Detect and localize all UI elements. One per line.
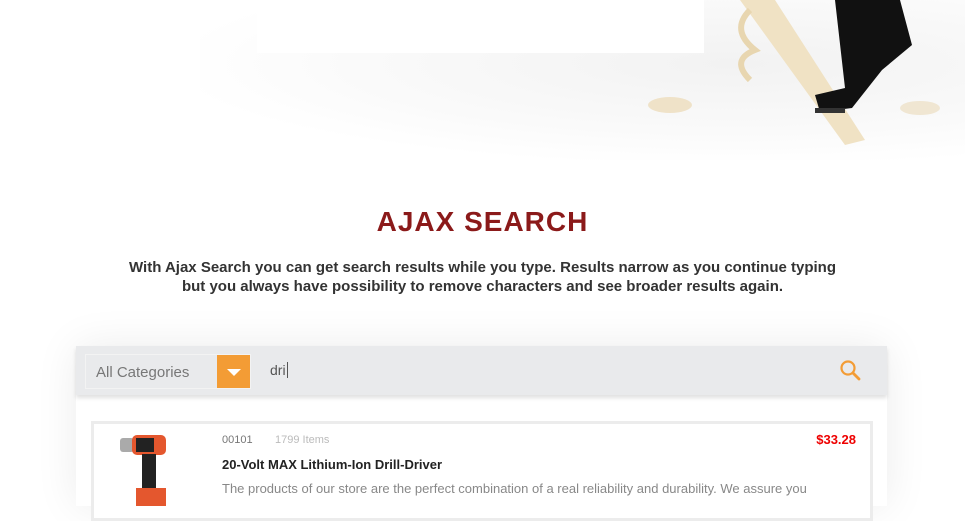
section-title: AJAX SEARCH <box>376 206 589 237</box>
search-result-item[interactable]: 00101 1799 Items $33.28 20-Volt MAX Lith… <box>91 421 873 521</box>
drill-product-image <box>120 435 166 506</box>
product-stock-count: 1799 Items <box>275 434 330 446</box>
category-select[interactable]: All Categories <box>85 354 251 389</box>
category-label: All Categories <box>96 364 190 381</box>
search-bar: All Categories dri <box>76 346 887 395</box>
product-name[interactable]: 20-Volt MAX Lithium-Ion Drill-Driver <box>222 457 442 472</box>
ajax-search-panel: All Categories dri 00101 1799 Items $33.… <box>76 346 887 521</box>
search-input[interactable]: dri <box>270 362 288 378</box>
product-price: $33.28 <box>816 432 856 447</box>
boot-wood-image <box>648 0 940 145</box>
chevron-down-icon[interactable] <box>217 355 250 388</box>
product-sku: 00101 <box>222 434 253 446</box>
search-icon[interactable] <box>839 359 861 381</box>
product-description: The products of our store are the perfec… <box>222 481 807 496</box>
section-description: With Ajax Search you can get search resu… <box>129 259 836 295</box>
